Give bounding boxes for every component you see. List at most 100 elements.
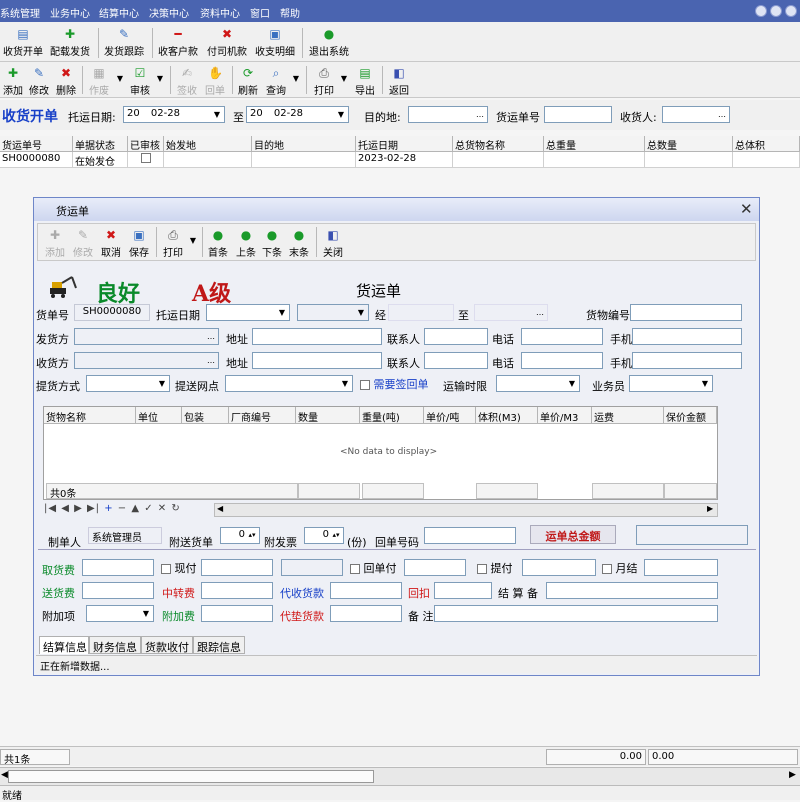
ellipsis-icon[interactable]: … xyxy=(533,305,547,320)
menu-data[interactable]: 资料中心 xyxy=(200,5,240,20)
tab-payment[interactable]: 货款收付 xyxy=(141,636,193,654)
return-button[interactable]: ◧ 返回 xyxy=(387,66,411,97)
close-icon[interactable] xyxy=(785,5,797,17)
print-dropdown-arrow[interactable]: ▼ xyxy=(189,236,197,245)
receipt-pay-input[interactable] xyxy=(404,559,466,576)
menu-system[interactable]: 系统管理 xyxy=(0,5,40,20)
pickup-pay-checkbox[interactable]: 提付 xyxy=(477,560,513,576)
tracking-button[interactable]: ✎ 发货跟踪 xyxy=(102,27,146,58)
grid-header[interactable]: 目的地 xyxy=(252,136,356,152)
goods-grid-header[interactable]: 数量 xyxy=(296,407,360,424)
dropdown-arrow-icon[interactable]: ▼ xyxy=(210,107,224,122)
attach-stepper[interactable]: 0 ▴▾ xyxy=(220,527,260,544)
audited-checkbox[interactable] xyxy=(140,153,151,163)
main-hscrollbar[interactable]: ◀ ▶ xyxy=(0,767,800,785)
dropdown-arrow-icon[interactable]: ▼ xyxy=(338,376,352,391)
waybill-input[interactable] xyxy=(544,106,612,123)
table-cell-dest[interactable] xyxy=(252,152,356,168)
grid-header[interactable]: 已审核 xyxy=(128,136,164,152)
scroll-left-icon[interactable]: ◀ xyxy=(1,770,8,780)
menu-business[interactable]: 业务中心 xyxy=(50,5,90,20)
dropdown-arrow-icon[interactable]: ▼ xyxy=(139,606,153,621)
goods-grid-header[interactable]: 体积(M3) xyxy=(476,407,538,424)
export-button[interactable]: ▤ 导出 xyxy=(353,66,377,97)
add-button[interactable]: ✚ 添加 xyxy=(2,66,24,97)
monthly-input[interactable] xyxy=(644,559,718,576)
void-dropdown-arrow[interactable]: ▼ xyxy=(116,74,124,83)
dialog-titlebar[interactable]: 货运单 ✕ xyxy=(34,198,759,221)
stepper-icon[interactable]: ▴▾ xyxy=(245,528,259,543)
table-cell-volume[interactable] xyxy=(733,152,800,168)
restore-icon[interactable] xyxy=(770,5,782,17)
table-cell-goods[interactable] xyxy=(453,152,544,168)
table-cell-origin[interactable] xyxy=(164,152,252,168)
print-dropdown-arrow[interactable]: ▼ xyxy=(340,74,348,83)
table-cell-status[interactable]: 在始发仓 xyxy=(73,152,128,168)
grid-header[interactable]: 单据状态 xyxy=(73,136,128,152)
pay-driver-button[interactable]: ✖ 付司机款 xyxy=(205,27,249,58)
grid-header[interactable]: 总数量 xyxy=(645,136,733,152)
delete-button[interactable]: ✖ 删除 xyxy=(55,66,77,97)
sign-button[interactable]: ✍ 签收 xyxy=(175,66,199,97)
collect-customer-button[interactable]: ━ 收客户款 xyxy=(156,27,200,58)
grid-header[interactable]: 总体积 xyxy=(733,136,800,152)
refresh-button[interactable]: ⟳ 刷新 xyxy=(236,66,260,97)
receiver-mobile-input[interactable] xyxy=(632,352,742,369)
date-to-input[interactable]: 20 02-28 ▼ xyxy=(246,106,349,123)
dropdown-arrow-icon[interactable]: ▼ xyxy=(565,376,579,391)
receiver-address-input[interactable] xyxy=(252,352,382,369)
table-cell-waybill[interactable]: SH0000080 xyxy=(0,152,73,168)
menu-decision[interactable]: 决策中心 xyxy=(149,5,189,20)
checkbox-icon[interactable] xyxy=(477,564,487,574)
audit-button[interactable]: ☑ 审核 xyxy=(128,66,152,97)
goods-grid-header[interactable]: 单价/M3 xyxy=(538,407,592,424)
table-cell-weight[interactable] xyxy=(544,152,645,168)
sender-phone-input[interactable] xyxy=(521,328,603,345)
monthly-checkbox[interactable]: 月结 xyxy=(602,560,638,576)
exit-button[interactable]: ● 退出系统 xyxy=(307,27,351,58)
delivery-point-select[interactable]: ▼ xyxy=(225,375,353,392)
invoice-stepper[interactable]: 0 ▴▾ xyxy=(304,527,344,544)
next-record-button[interactable]: ● 下条 xyxy=(260,228,284,259)
tab-tracking[interactable]: 跟踪信息 xyxy=(193,636,245,654)
menu-window[interactable]: 窗口 xyxy=(250,5,270,20)
dialog-close-button[interactable]: ◧ 关闭 xyxy=(321,228,345,259)
receiver-input[interactable]: … xyxy=(662,106,730,123)
receipt-no-input[interactable] xyxy=(424,527,516,544)
ship-date-input[interactable]: ▼ xyxy=(206,304,290,321)
tab-settlement[interactable]: 结算信息 xyxy=(39,636,89,654)
sender-input[interactable]: … xyxy=(74,328,219,345)
void-button[interactable]: ▦ 作废 xyxy=(88,66,110,97)
scroll-right-icon[interactable]: ▶ xyxy=(789,770,796,780)
date-from-input[interactable]: 20 02-28 ▼ xyxy=(123,106,225,123)
dialog-save-button[interactable]: ▣ 保存 xyxy=(127,228,151,259)
need-receipt-checkbox[interactable]: 需要签回单 xyxy=(360,376,429,392)
checkbox-icon[interactable] xyxy=(602,564,612,574)
close-icon[interactable]: ✕ xyxy=(740,200,753,218)
cash-pay-input[interactable] xyxy=(201,559,273,576)
query-button[interactable]: ⌕ 查询 xyxy=(264,66,288,97)
cod-input[interactable] xyxy=(330,582,402,599)
goods-grid-header[interactable]: 运费 xyxy=(592,407,664,424)
first-record-button[interactable]: ● 首条 xyxy=(206,228,230,259)
receipt-pay-checkbox[interactable]: 回单付 xyxy=(350,560,397,576)
rebate-input[interactable] xyxy=(434,582,492,599)
transport-limit-select[interactable]: ▼ xyxy=(496,375,580,392)
remark-input[interactable] xyxy=(434,605,718,622)
salesman-select[interactable]: ▼ xyxy=(629,375,713,392)
dropdown-arrow-icon[interactable]: ▼ xyxy=(334,107,348,122)
receiver-input[interactable]: … xyxy=(74,352,219,369)
audit-dropdown-arrow[interactable]: ▼ xyxy=(156,74,164,83)
to-input[interactable]: … xyxy=(474,304,548,321)
prev-record-button[interactable]: ● 上条 xyxy=(234,228,258,259)
goods-grid-header[interactable]: 单位 xyxy=(136,407,182,424)
dialog-edit-button[interactable]: ✎ 修改 xyxy=(71,228,95,259)
goods-grid-header[interactable]: 货物名称 xyxy=(44,407,136,424)
goods-hscrollbar[interactable]: ◀ ▶ xyxy=(214,503,718,517)
income-detail-button[interactable]: ▣ 收支明细 xyxy=(253,27,297,58)
checkbox-icon[interactable] xyxy=(360,380,370,390)
delivery-fee-input[interactable] xyxy=(82,582,154,599)
goods-grid-header[interactable]: 保价金额 xyxy=(664,407,717,424)
record-navigator[interactable]: |◀ ◀ ▶ ▶| + − ▲ ✓ ✕ ↻ xyxy=(44,503,181,514)
destination-input[interactable]: … xyxy=(408,106,488,123)
